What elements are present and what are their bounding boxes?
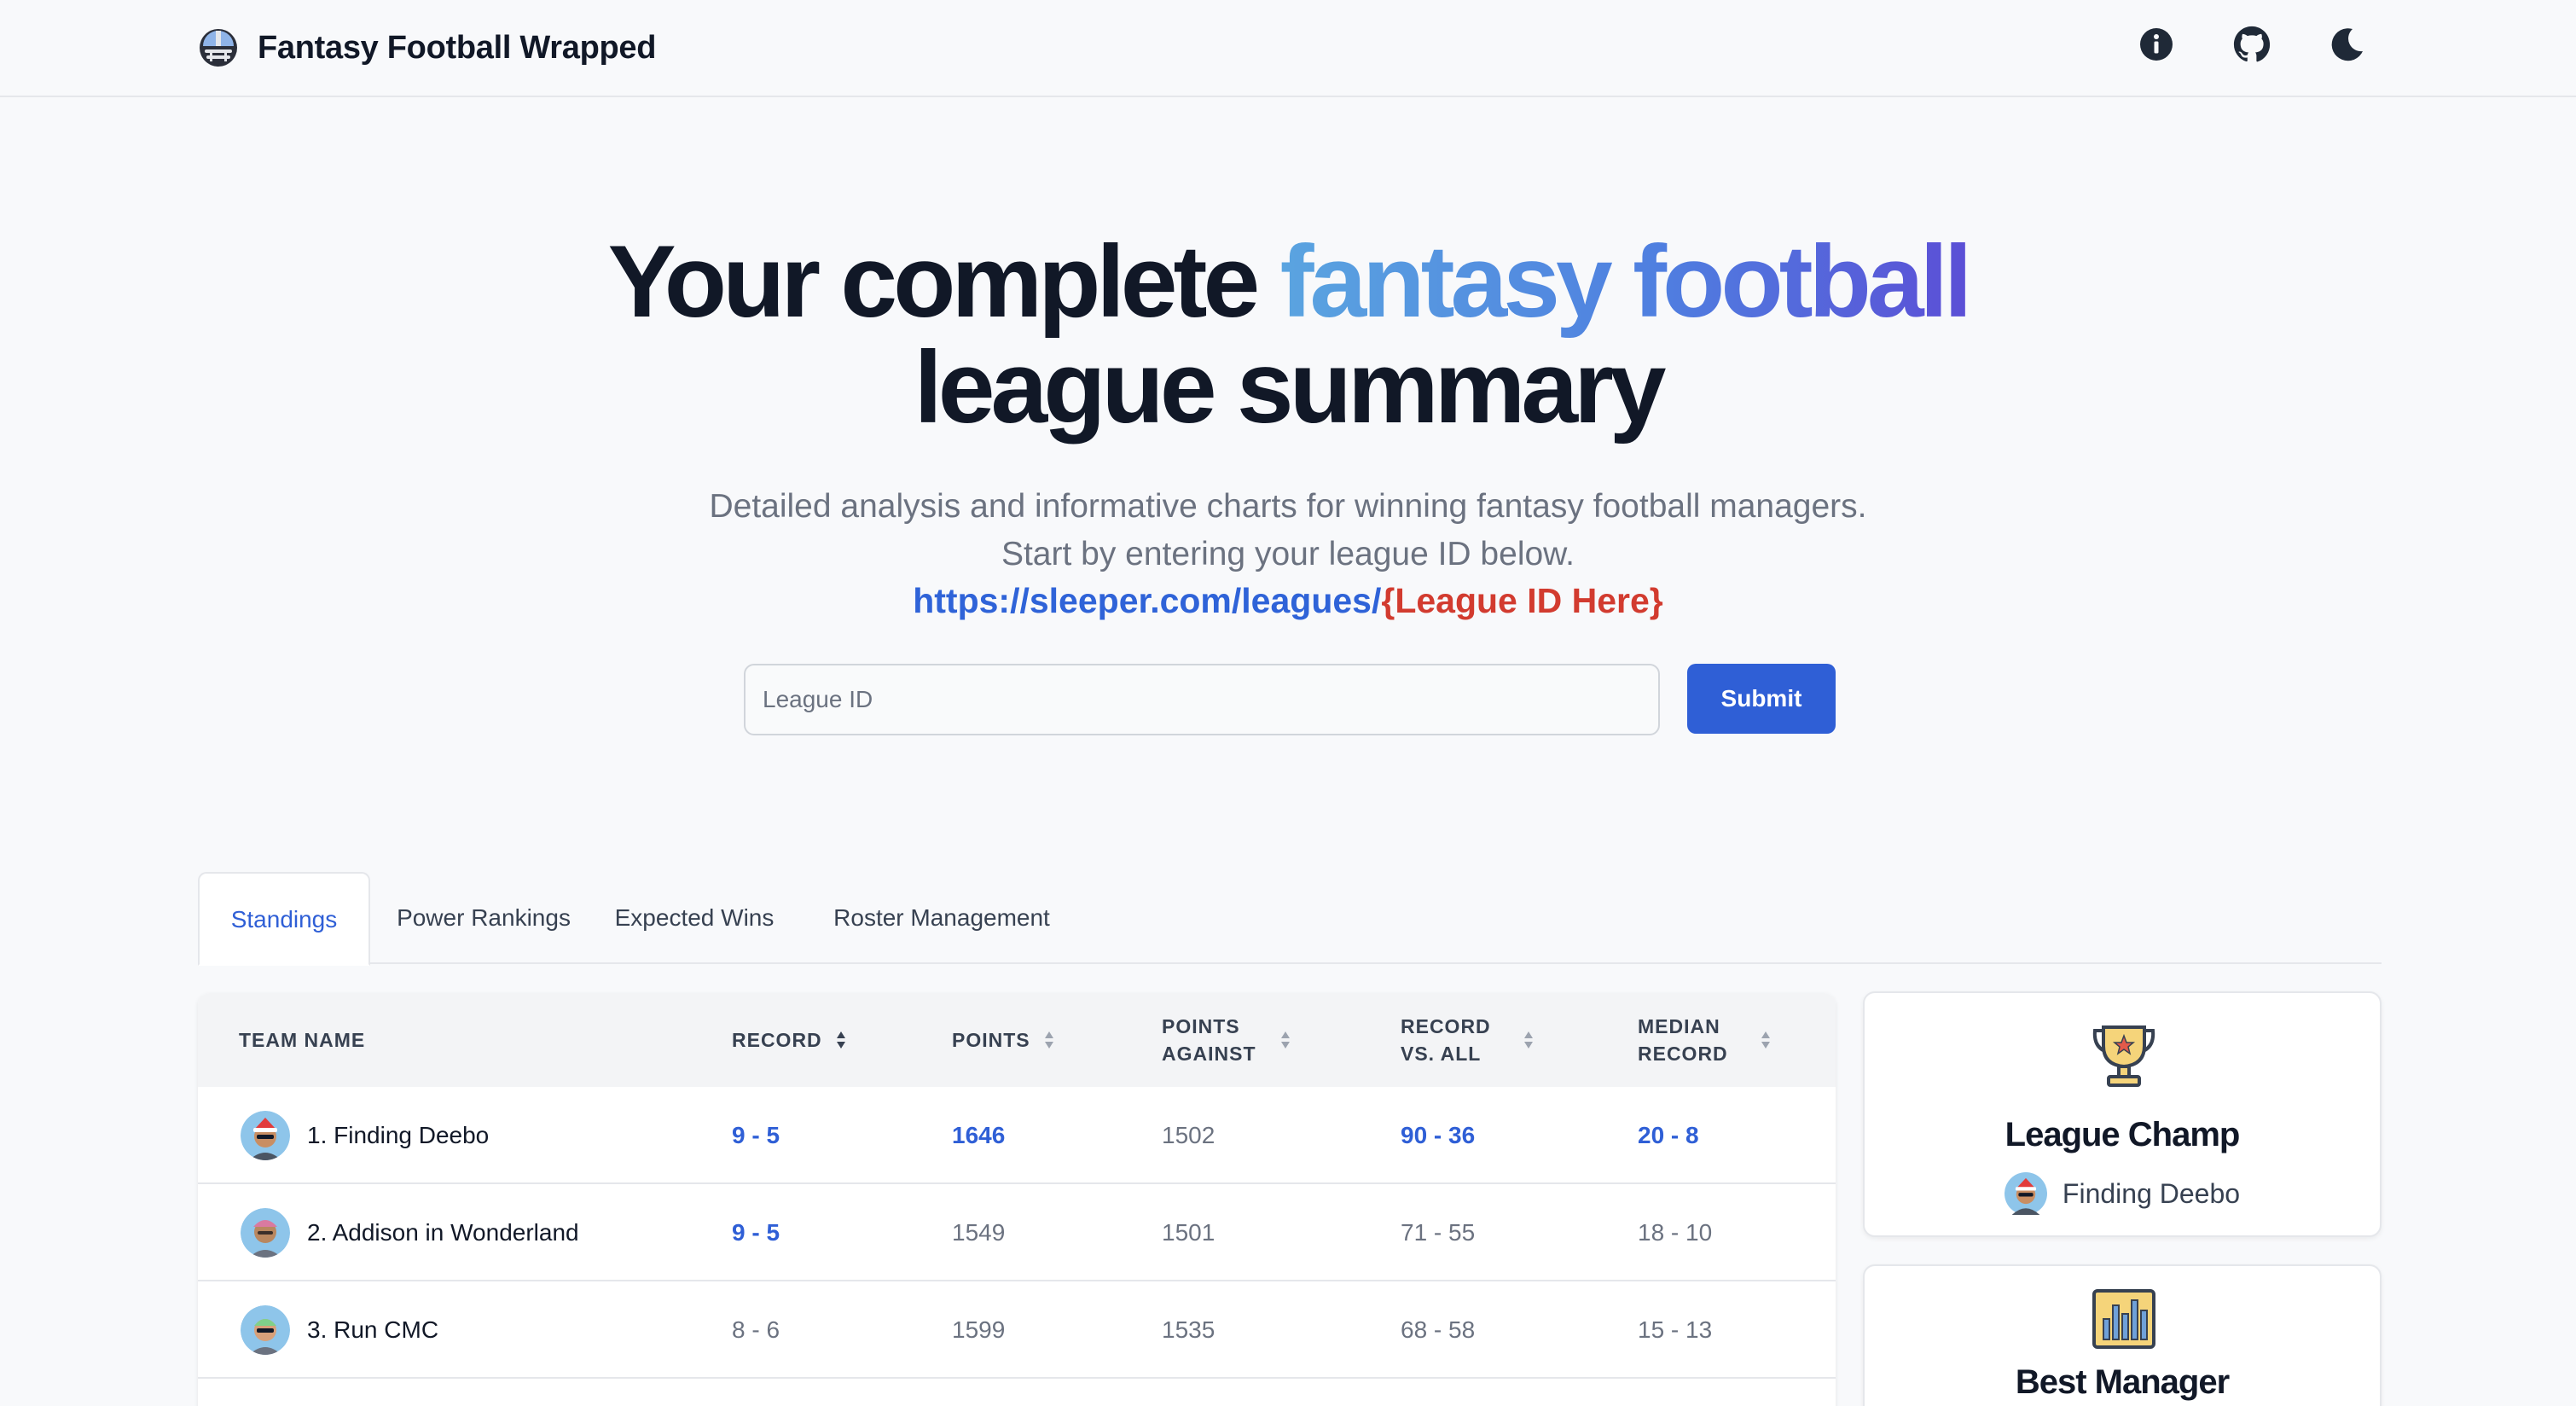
record-vs-all-cell: 68 - 58 [1401, 1316, 1476, 1343]
standings-table: TEAM NAME RECORD POINTS POINTS AGAINST RE… [198, 993, 1836, 1406]
header-vs-all-label: RECORD VS. ALL [1401, 1013, 1491, 1067]
median-record-cell: 20 - 8 [1638, 1122, 1699, 1148]
median-record-cell: 15 - 13 [1638, 1316, 1713, 1343]
sort-icon[interactable] [836, 1031, 846, 1049]
header-record[interactable]: RECORD [732, 993, 846, 1087]
points-against-cell: 1502 [1162, 1122, 1215, 1148]
record-cell: 9 - 5 [732, 1219, 780, 1246]
header-record-label: RECORD [732, 1029, 822, 1051]
best-manager-card[interactable]: Best Manager [1863, 1264, 2382, 1406]
sort-icon[interactable] [1761, 1031, 1771, 1049]
team-name[interactable]: 1. Finding Deebo [307, 1087, 489, 1184]
award-title: Best Manager [2015, 1363, 2230, 1401]
record-vs-all-cell: 90 - 36 [1401, 1122, 1476, 1148]
header-median-record[interactable]: MEDIAN RECORD [1638, 993, 1771, 1087]
github-icon[interactable] [2233, 26, 2271, 63]
tab-bar: Standings Power Rankings Expected Wins R… [198, 872, 2382, 966]
trophy-icon [2092, 1025, 2155, 1087]
tab-roster-management[interactable]: Roster Management [809, 872, 1075, 964]
table-header: TEAM NAME RECORD POINTS POINTS AGAINST RE… [198, 993, 1836, 1087]
team-name[interactable]: 3. Run CMC [307, 1281, 438, 1379]
header-vs-all-line2: VS. ALL [1401, 1043, 1482, 1065]
award-winner-name: Finding Deebo [2062, 1177, 2241, 1209]
header-points-against[interactable]: POINTS AGAINST [1162, 993, 1291, 1087]
hero-title-part1: Your complete [607, 224, 1280, 339]
header-points-against-line2: AGAINST [1162, 1043, 1256, 1065]
table-row[interactable]: 1. Finding Deebo 9 - 5 1646 1502 90 - 36… [198, 1087, 1836, 1184]
football-helmet-logo [200, 29, 237, 67]
sort-icon[interactable] [1044, 1031, 1054, 1049]
record-cell: 8 - 6 [732, 1316, 780, 1343]
info-icon[interactable] [2138, 26, 2175, 63]
tab-standings[interactable]: Standings [198, 872, 370, 966]
avatar [241, 1305, 290, 1355]
record-vs-all-cell: 71 - 55 [1401, 1219, 1476, 1246]
hero-title: Your complete fantasy football league sum… [0, 229, 2576, 440]
league-id-input[interactable] [744, 664, 1660, 735]
sort-icon[interactable] [1523, 1031, 1534, 1049]
header-median-line1: MEDIAN [1638, 1015, 1720, 1037]
header-median-label: MEDIAN RECORD [1638, 1013, 1728, 1067]
median-record-cell: 18 - 10 [1638, 1219, 1713, 1246]
award-title: League Champ [2005, 1116, 2241, 1153]
avatar [241, 1208, 290, 1258]
hero-title-highlight: fantasy football [1279, 224, 1973, 339]
app-title: Fantasy Football Wrapped [258, 29, 657, 66]
header-team-name: TEAM NAME [239, 993, 365, 1087]
hero-title-part2: league summary [914, 330, 1666, 444]
table-row[interactable]: 3. Run CMC 8 - 6 1599 1535 68 - 58 15 - … [198, 1281, 1836, 1379]
hero-subtitle-line2: Start by entering your league ID below. [1001, 536, 1575, 572]
award-winner: Finding Deebo [1865, 1172, 2380, 1215]
points-against-cell: 1501 [1162, 1219, 1215, 1246]
league-url-hint: https://sleeper.com/leagues/{League ID H… [0, 577, 2576, 625]
submit-button[interactable]: Submit [1687, 664, 1836, 734]
hero-subtitle: Detailed analysis and informative charts… [0, 483, 2576, 578]
record-cell: 9 - 5 [732, 1122, 780, 1148]
url-base: https://sleeper.com/leagues/ [913, 581, 1382, 620]
header-points[interactable]: POINTS [952, 993, 1054, 1087]
bar-chart-icon [2092, 1289, 2155, 1349]
points-against-cell: 1535 [1162, 1316, 1215, 1343]
header-points-against-line1: POINTS [1162, 1015, 1240, 1037]
moon-icon[interactable] [2329, 26, 2366, 63]
header-points-label: POINTS [952, 1029, 1030, 1051]
navbar: Fantasy Football Wrapped [0, 0, 2576, 97]
league-champ-card[interactable]: League Champ Finding Deebo [1863, 991, 2382, 1237]
table-row[interactable] [198, 1379, 1836, 1406]
url-placeholder: {League ID Here} [1381, 581, 1663, 620]
avatar [2004, 1172, 2047, 1215]
team-name[interactable]: 2. Addison in Wonderland [307, 1184, 579, 1281]
header-vs-all-line1: RECORD [1401, 1015, 1491, 1037]
points-cell: 1599 [952, 1316, 1006, 1343]
hero-subtitle-line1: Detailed analysis and informative charts… [709, 488, 1867, 525]
header-record-vs-all[interactable]: RECORD VS. ALL [1401, 993, 1534, 1087]
table-row[interactable]: 2. Addison in Wonderland 9 - 5 1549 1501… [198, 1184, 1836, 1281]
avatar [241, 1111, 290, 1160]
points-cell: 1549 [952, 1219, 1006, 1246]
tab-power-rankings[interactable]: Power Rankings [387, 872, 580, 964]
points-cell: 1646 [952, 1122, 1006, 1148]
brand[interactable]: Fantasy Football Wrapped [198, 24, 656, 72]
tab-expected-wins[interactable]: Expected Wins [599, 872, 790, 964]
sort-icon[interactable] [1280, 1031, 1291, 1049]
header-median-line2: RECORD [1638, 1043, 1728, 1065]
header-points-against-label: POINTS AGAINST [1162, 1013, 1256, 1067]
header-team-label: TEAM NAME [239, 1029, 366, 1051]
avatar [241, 1403, 290, 1406]
